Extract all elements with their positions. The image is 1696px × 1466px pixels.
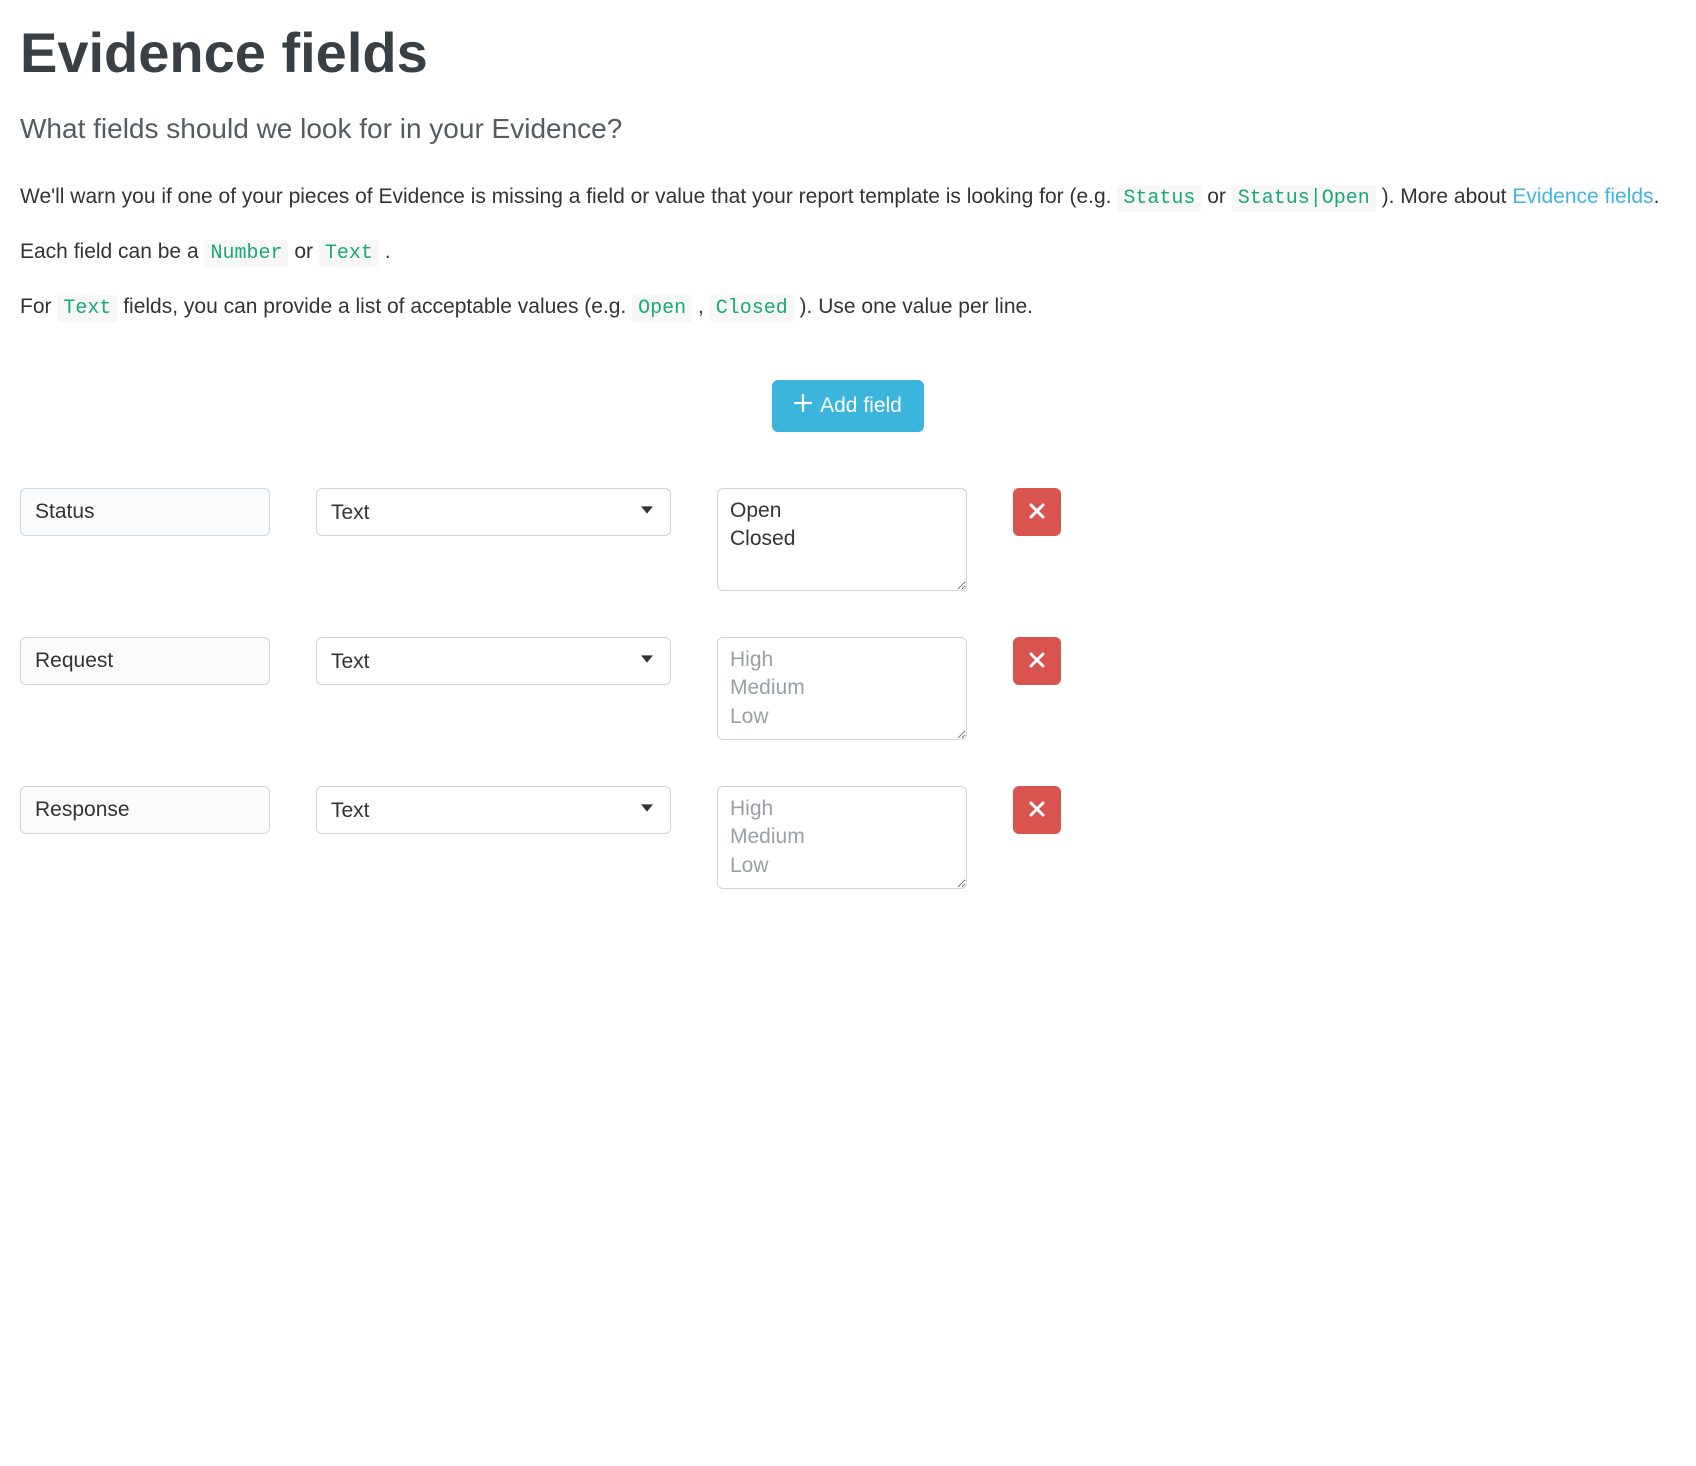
field-type-select-wrap: Text [316,786,671,834]
desc-text: , [698,295,710,318]
field-type-select[interactable]: Text [316,488,671,536]
description-line-3: For Text fields, you can provide a list … [20,291,1676,324]
field-name-input[interactable] [20,637,270,685]
code-open: Open [632,295,692,322]
field-row: Text [20,786,1676,889]
description-line-2: Each field can be a Number or Text . [20,236,1676,269]
desc-text: ). Use one value per line. [800,295,1033,318]
desc-text: . [1654,185,1660,208]
add-field-button[interactable]: Add field [772,380,924,432]
plus-icon [794,394,812,418]
code-status: Status [1117,185,1201,212]
field-type-select[interactable]: Text [316,786,671,834]
code-closed: Closed [710,295,794,322]
field-values-textarea[interactable] [717,488,967,591]
page-title: Evidence fields [20,20,1676,85]
field-type-select[interactable]: Text [316,637,671,685]
desc-text: fields, you can provide a list of accept… [123,295,632,318]
desc-text: . [385,240,391,263]
description-line-1: We'll warn you if one of your pieces of … [20,181,1676,214]
field-type-select-wrap: Text [316,637,671,685]
evidence-fields-link[interactable]: Evidence fields [1512,185,1653,208]
delete-field-button[interactable] [1013,488,1061,536]
field-name-input[interactable] [20,786,270,834]
delete-field-button[interactable] [1013,637,1061,685]
field-values-textarea[interactable] [717,786,967,889]
code-text: Text [319,240,379,267]
close-icon [1029,503,1045,522]
code-status-open: Status|Open [1232,185,1376,212]
code-text: Text [57,295,117,322]
field-values-textarea[interactable] [717,637,967,740]
page-subtitle: What fields should we look for in your E… [20,113,1676,145]
close-icon [1029,652,1045,671]
field-row: Text [20,637,1676,740]
desc-text: For [20,295,57,318]
code-number: Number [204,240,288,267]
field-name-input[interactable] [20,488,270,536]
close-icon [1029,801,1045,820]
field-type-select-wrap: Text [316,488,671,536]
desc-text: ). More about [1382,185,1513,208]
desc-text: We'll warn you if one of your pieces of … [20,185,1117,208]
desc-text: or [294,240,319,263]
desc-text: Each field can be a [20,240,204,263]
delete-field-button[interactable] [1013,786,1061,834]
desc-text: or [1207,185,1232,208]
field-row: Text [20,488,1676,591]
add-field-label: Add field [820,394,902,418]
